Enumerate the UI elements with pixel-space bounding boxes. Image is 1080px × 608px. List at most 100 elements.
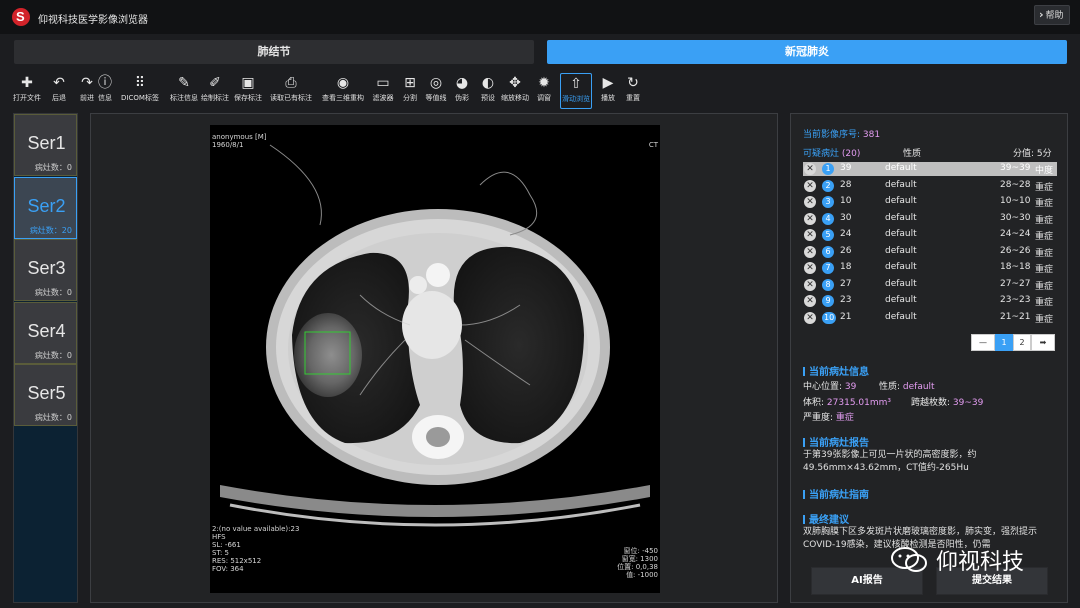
volume-value: 27315.01mm³ [826, 398, 892, 408]
delete-x-icon[interactable]: ✕ [804, 295, 816, 307]
lesion-range: 27~27 [1000, 278, 1031, 289]
split-icon: ⊞ [404, 75, 416, 91]
lesion-range: 21~21 [1000, 311, 1031, 322]
pager-first-button[interactable]: — [971, 334, 995, 351]
tool-label: 缩放移动 [501, 94, 529, 102]
lesion-row[interactable]: ✕ 9 23 default 23~23 重症 [803, 294, 1057, 308]
tool-contour-button[interactable]: ◎ 等值线 [424, 73, 448, 109]
tab-covid-pneumonia[interactable]: 新冠肺炎 [547, 40, 1067, 64]
lesion-number-badge: 8 [822, 278, 834, 291]
tool-undo-button[interactable]: ↶ 后退 [45, 73, 73, 109]
series-item-2[interactable]: Ser2 病灶数：20 [14, 176, 77, 239]
tool-label: 保存标注 [234, 94, 262, 102]
app-title: 仰视科技医学影像浏览器 [38, 15, 148, 26]
tool-pseudo-color-button[interactable]: ◕ 伪彩 [451, 73, 473, 109]
tool-grid-button[interactable]: ⠿ DICOM标签 [118, 73, 162, 109]
tool-label: 打开文件 [13, 94, 41, 102]
contour-icon: ◎ [429, 75, 443, 91]
tool-draw-annotation-button[interactable]: ✐ 绘制标注 [200, 73, 230, 109]
series-item-5[interactable]: Ser5 病灶数：0 [14, 364, 77, 426]
tool-label: 播放 [601, 94, 615, 102]
delete-x-icon[interactable]: ✕ [804, 229, 816, 241]
help-button[interactable]: › 帮助 [1034, 5, 1070, 25]
delete-x-icon[interactable]: ✕ [804, 245, 816, 258]
tool-load-annotation-button[interactable]: ⎙ 读取已有标注 [268, 73, 314, 109]
lesion-row[interactable]: ✕ 6 26 default 26~26 重症 [803, 245, 1057, 259]
current-series-label: 当前影像序号: [803, 130, 861, 140]
overlay-line: SL: -661 [212, 541, 241, 549]
pager-page-1[interactable]: 1 [995, 334, 1013, 351]
window-level: 窗位: -450 [623, 547, 658, 555]
delete-x-icon[interactable]: ✕ [804, 179, 816, 192]
pager-page-2[interactable]: 2 [1013, 334, 1031, 351]
lesion-row[interactable]: ✕ 3 10 default 10~10 重症 [803, 195, 1057, 209]
ct-slice-image [220, 144, 650, 527]
lesion-row[interactable]: ✕ 10 21 default 21~21 重症 [803, 311, 1057, 325]
series-lesion-count: 病灶数：20 [29, 225, 72, 235]
help-label: 帮助 [1045, 11, 1064, 21]
lesion-severity: 重症 [1035, 281, 1054, 292]
pager-next-button[interactable]: ➡ [1031, 334, 1055, 351]
image-viewer-frame: anonymous [M] 1960/8/1 CT 2:(no value av… [90, 113, 778, 603]
tool-filter-button[interactable]: ▭ 滤波器 [370, 73, 396, 109]
lesion-slice: 27 [840, 278, 852, 289]
delete-x-icon[interactable]: ✕ [804, 278, 816, 291]
tool-label: 绘制标注 [201, 94, 229, 102]
lesion-number-badge: 9 [822, 295, 834, 307]
lesion-nature: default [885, 278, 917, 289]
delete-x-icon[interactable]: ✕ [804, 196, 816, 208]
center-label: 中心位置: [803, 382, 843, 392]
tool-save-button[interactable]: ▣ 保存标注 [232, 73, 264, 109]
series-item-1[interactable]: Ser1 病灶数：0 [14, 114, 77, 176]
tool-pencil-button[interactable]: ✎ 标注信息 [170, 73, 198, 109]
lesion-severity: 重症 [1035, 199, 1054, 209]
tool-move-button[interactable]: ✥ 缩放移动 [500, 73, 530, 109]
reset-icon: ↻ [627, 75, 639, 91]
lesion-nature: default [885, 295, 917, 305]
undo-icon: ↶ [53, 75, 65, 91]
lesion-number-badge: 6 [822, 245, 834, 258]
lesion-row[interactable]: ✕ 5 24 default 24~24 重症 [803, 228, 1057, 242]
lesion-number-badge: 4 [822, 212, 834, 225]
lesion-slice: 39 [840, 163, 852, 173]
volume-row: 体积: 27315.01mm³ [803, 395, 891, 408]
eye-icon: ◉ [336, 75, 350, 91]
tool-brightness-button[interactable]: ✹ 调窗 [534, 73, 554, 109]
series-item-3[interactable]: Ser3 病灶数：0 [14, 239, 77, 301]
tool-eye-button[interactable]: ◉ 查看三维重构 [320, 73, 366, 109]
lesion-row[interactable]: ✕ 1 39 default 39~39 中度 [803, 162, 1057, 176]
lesion-row[interactable]: ✕ 8 27 default 27~27 重症 [803, 278, 1057, 292]
series-lesion-count: 病灶数：0 [34, 288, 72, 297]
tool-play-button[interactable]: ▶ 播放 [596, 73, 620, 109]
suspect-count: (20) [841, 149, 861, 159]
center-row: 中心位置: 39 [803, 379, 856, 392]
ct-image-viewport[interactable]: anonymous [M] 1960/8/1 CT 2:(no value av… [210, 125, 660, 593]
watermark: 仰视科技 [890, 540, 1050, 580]
delete-x-icon[interactable]: ✕ [804, 311, 816, 324]
overlay-line: 2:(no value available):23 [212, 525, 300, 533]
tool-preset-button[interactable]: ◐ 预设 [478, 73, 498, 109]
cursor-position: 位置: 0,0,38 [617, 563, 658, 571]
tool-label: 查看三维重构 [322, 94, 364, 102]
lesion-nature: default [885, 196, 917, 206]
preset-icon: ◐ [481, 75, 495, 91]
lesion-row[interactable]: ✕ 4 30 default 30~30 重症 [803, 212, 1057, 226]
lesion-nature: default [885, 212, 917, 223]
lesion-nature: default [885, 179, 917, 190]
tool-label: DICOM标签 [121, 94, 159, 102]
delete-x-icon[interactable]: ✕ [804, 262, 816, 274]
lesion-row[interactable]: ✕ 2 28 default 28~28 重症 [803, 179, 1057, 193]
series-item-4[interactable]: Ser4 病灶数：0 [14, 301, 77, 364]
tab-lung-nodule[interactable]: 肺结节 [14, 40, 534, 64]
severity-value: 重症 [835, 413, 854, 423]
tool-scroll-button[interactable]: ⇧ 滑动浏览 [560, 73, 592, 109]
tool-split-button[interactable]: ⊞ 分割 [399, 73, 421, 109]
delete-x-icon[interactable]: ✕ [804, 163, 816, 175]
tool-reset-button[interactable]: ↻ 重置 [622, 73, 644, 109]
lesion-row[interactable]: ✕ 7 18 default 18~18 重症 [803, 261, 1057, 275]
tool-plus-button[interactable]: ✚ 打开文件 [10, 73, 44, 109]
tool-info-button[interactable]: ⓘ 信息 [94, 73, 116, 109]
delete-x-icon[interactable]: ✕ [804, 212, 816, 225]
suspect-label: 可疑病灶 [803, 149, 840, 159]
chevron-right-icon: › [1039, 8, 1044, 21]
